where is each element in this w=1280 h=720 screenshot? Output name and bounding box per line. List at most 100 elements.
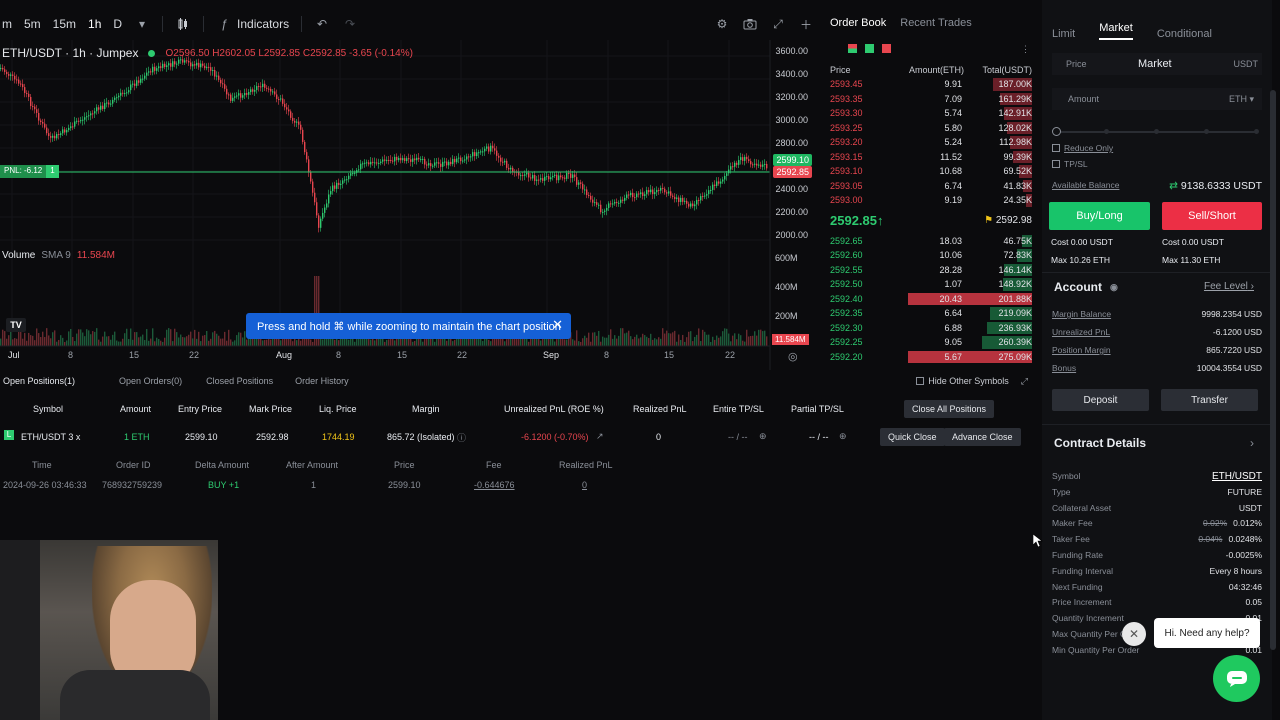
tab-order-book[interactable]: Order Book <box>830 17 886 29</box>
candle <box>502 161 504 163</box>
bid-row[interactable]: 2592.20 5.67 275.09K <box>826 350 1036 365</box>
tab-market[interactable]: Market <box>1099 22 1133 40</box>
crosshair-icon[interactable]: ＋ <box>798 16 814 32</box>
help-bubble[interactable]: Hi. Need any help? <box>1154 618 1260 648</box>
timeframe-15m[interactable]: 15m <box>53 17 76 31</box>
candle-type-icon[interactable] <box>175 16 191 32</box>
volume-bar <box>622 328 624 346</box>
buy-long-button[interactable]: Buy/Long <box>1049 202 1150 230</box>
candle <box>184 60 186 63</box>
ask-row[interactable]: 2593.25 5.80 128.02K <box>826 121 1036 136</box>
volume-axis-label: 600M <box>775 253 798 263</box>
both-sides-icon[interactable] <box>848 44 857 53</box>
close-icon[interactable]: ✕ <box>1122 622 1146 646</box>
transfer-arrows-icon[interactable]: ⇄ <box>1169 180 1178 192</box>
redo-icon[interactable]: ↷ <box>342 16 358 32</box>
bid-row[interactable]: 2592.25 9.05 260.39K <box>826 335 1036 350</box>
reduce-only-checkbox[interactable]: Reduce Only <box>1052 143 1113 153</box>
quick-close-button[interactable]: Quick Close <box>880 428 945 446</box>
close-icon[interactable]: ✕ <box>552 317 563 333</box>
contract-details-title[interactable]: Contract Details <box>1054 436 1146 450</box>
transfer-button[interactable]: Transfer <box>1161 389 1258 411</box>
chevron-down-icon[interactable]: ▾ <box>134 16 150 32</box>
candle <box>294 120 296 123</box>
indicators-button[interactable]: ƒ Indicators <box>216 16 289 32</box>
ob-amount: 28.28 <box>939 264 962 275</box>
volume-bar <box>280 340 282 346</box>
tab-recent-trades[interactable]: Recent Trades <box>900 17 972 29</box>
candle <box>466 156 468 160</box>
ask-row[interactable]: 2593.00 9.19 24.35K <box>826 193 1036 208</box>
tab-open-orders[interactable]: Open Orders(0) <box>119 376 182 386</box>
expand-icon[interactable]: ⤢ <box>1021 376 1028 387</box>
ask-row[interactable]: 2593.20 5.24 112.98K <box>826 135 1036 150</box>
undo-icon[interactable]: ↶ <box>314 16 330 32</box>
advance-close-button[interactable]: Advance Close <box>944 428 1021 446</box>
eye-icon[interactable]: ◉ <box>1110 282 1118 293</box>
bid-row[interactable]: 2592.50 1.07 148.92K <box>826 277 1036 292</box>
fee-level-link[interactable]: Fee Level › <box>1204 281 1254 292</box>
volume-bar <box>34 340 36 346</box>
tab-open-positions[interactable]: Open Positions(1) <box>3 376 75 386</box>
pnl-tag[interactable]: PNL: -6.12 1 <box>0 165 59 178</box>
timeframe-5m[interactable]: 5m <box>24 17 41 31</box>
add-entire-tpsl-icon[interactable]: ⊕ <box>759 431 767 442</box>
timeframe-m[interactable]: m <box>2 17 12 31</box>
tab-limit[interactable]: Limit <box>1052 28 1075 40</box>
bids-only-icon[interactable] <box>865 44 874 53</box>
volume-bar <box>710 341 712 346</box>
tab-order-history[interactable]: Order History <box>295 376 349 386</box>
gear-icon[interactable]: ⚙ <box>714 16 730 32</box>
asks-only-icon[interactable] <box>882 44 891 53</box>
amount-slider[interactable] <box>1052 127 1259 136</box>
info-icon[interactable]: ⓘ <box>457 431 466 444</box>
close-all-positions-button[interactable]: Close All Positions <box>904 400 995 418</box>
more-icon[interactable]: ⋮ <box>1021 44 1030 55</box>
deposit-button[interactable]: Deposit <box>1052 389 1149 411</box>
bid-row[interactable]: 2592.30 6.88 236.93K <box>826 321 1036 336</box>
time-axis[interactable]: Jul 8 15 22 Aug 8 15 22 Sep 8 15 22 <box>0 350 770 364</box>
timeframe-1h[interactable]: 1h <box>88 17 101 31</box>
realized-pnl-link[interactable]: 0 <box>582 480 587 490</box>
share-icon[interactable]: ↗ <box>596 431 604 442</box>
chat-icon[interactable] <box>1213 655 1260 702</box>
candle <box>714 184 716 186</box>
tab-closed-positions[interactable]: Closed Positions <box>206 376 273 386</box>
position-symbol[interactable]: ETH/USDT 3 x <box>21 432 80 442</box>
ask-row[interactable]: 2593.30 5.74 142.91K <box>826 106 1036 121</box>
volume-bar <box>226 340 228 346</box>
fee-link[interactable]: -0.644676 <box>474 480 515 490</box>
tab-conditional[interactable]: Conditional <box>1157 28 1212 40</box>
sell-short-button[interactable]: Sell/Short <box>1162 202 1262 230</box>
reset-chart-icon[interactable]: ◎ <box>788 350 798 363</box>
tpsl-checkbox[interactable]: TP/SL <box>1052 159 1088 169</box>
volume-bar <box>760 329 762 346</box>
volume-bar <box>724 328 726 346</box>
timeframe-d[interactable]: D <box>113 17 122 31</box>
candle <box>94 111 96 114</box>
ask-row[interactable]: 2593.35 7.09 161.29K <box>826 92 1036 107</box>
bid-row[interactable]: 2592.60 10.06 72.83K <box>826 248 1036 263</box>
ask-row[interactable]: 2593.10 10.68 69.52K <box>826 164 1036 179</box>
add-partial-tpsl-icon[interactable]: ⊕ <box>839 431 847 442</box>
price-axis[interactable]: 3600.003400.003200.003000.002800.002600.… <box>770 46 820 246</box>
hide-other-symbols-checkbox[interactable]: Hide Other Symbols <box>916 376 1009 386</box>
amount-unit-select[interactable]: ETH ▾ <box>1229 94 1254 105</box>
expand-icon[interactable]: ⤢ <box>770 16 786 32</box>
bid-row[interactable]: 2592.55 28.28 146.14K <box>826 263 1036 278</box>
bid-row[interactable]: 2592.40 20.43 201.88K <box>826 292 1036 307</box>
candle <box>240 93 242 98</box>
chevron-right-icon[interactable]: › <box>1250 436 1254 450</box>
volume-bar <box>642 333 644 346</box>
ask-row[interactable]: 2593.45 9.91 187.00K <box>826 77 1036 92</box>
bid-row[interactable]: 2592.65 18.03 46.75K <box>826 234 1036 249</box>
candle <box>394 156 396 162</box>
ask-row[interactable]: 2593.15 11.52 99.39K <box>826 150 1036 165</box>
candle <box>490 145 492 152</box>
amount-field[interactable]: Amount ETH ▾ <box>1052 88 1262 110</box>
ask-row[interactable]: 2593.05 6.74 41.83K <box>826 179 1036 194</box>
camera-icon[interactable] <box>742 16 758 32</box>
scrollbar[interactable] <box>1270 90 1276 650</box>
bid-row[interactable]: 2592.35 6.64 219.09K <box>826 306 1036 321</box>
candle <box>306 152 308 160</box>
